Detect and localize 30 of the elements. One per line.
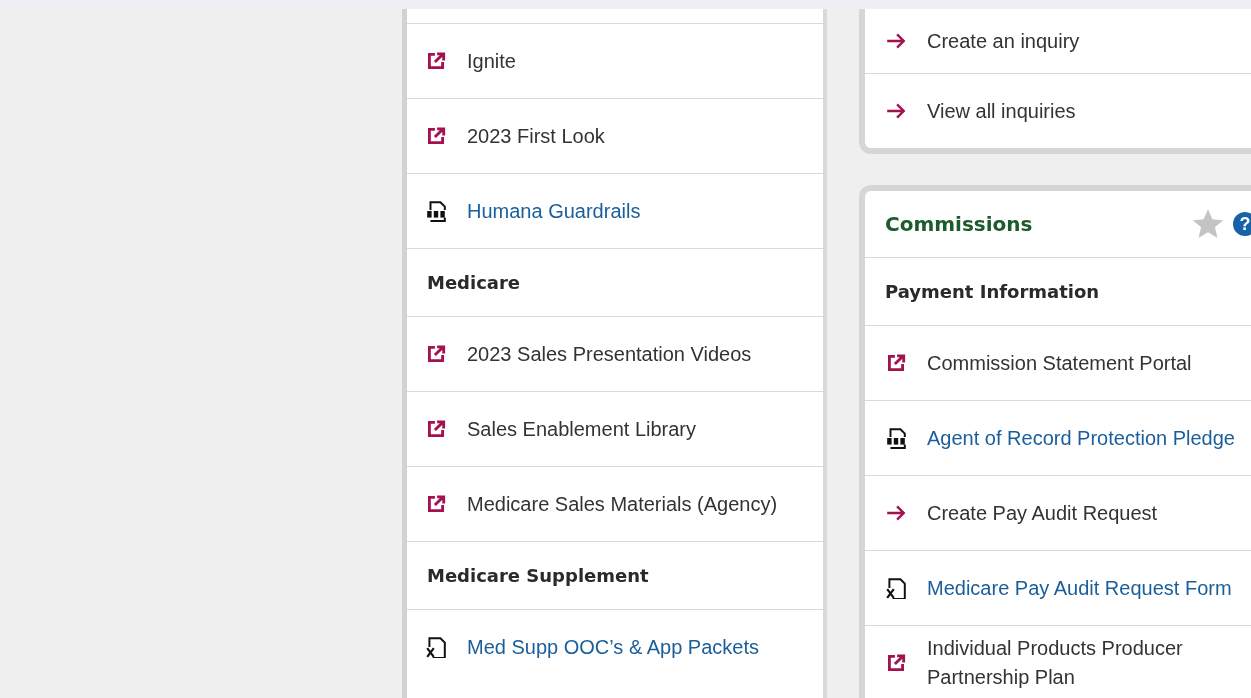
link[interactable]: Agent of Record Protection Pledge [927, 423, 1235, 453]
section-heading: Medicare Supplement [427, 565, 649, 586]
spreadsheet-file-icon [425, 636, 447, 658]
external-link-icon [425, 418, 447, 440]
external-link-icon [425, 343, 447, 365]
link[interactable]: Ignite [467, 46, 516, 76]
link[interactable]: 2023 First Look [467, 121, 605, 151]
link[interactable]: Medicare Pay Audit Request Form [927, 573, 1232, 603]
external-link-icon [425, 125, 447, 147]
link[interactable]: Medicare Sales Materials (Agency) [467, 489, 778, 519]
external-link-icon [885, 652, 907, 674]
link[interactable]: Sales Enablement Library [467, 414, 696, 444]
external-link-icon [425, 50, 447, 72]
section-heading: Payment Information [885, 281, 1100, 302]
link[interactable]: Create Pay Audit Request [927, 498, 1158, 528]
link[interactable]: Create an inquiry [927, 26, 1080, 56]
external-link-icon [885, 352, 907, 374]
link[interactable]: Individual Products Producer Partnership Plan [927, 634, 1251, 692]
help-icon[interactable]: ? [1233, 212, 1251, 236]
link[interactable]: 2023 Sales Presentation Videos [467, 339, 752, 369]
section-heading: Medicare [427, 272, 521, 293]
pdf-file-icon [885, 427, 907, 449]
link[interactable]: Commission Statement Portal [927, 348, 1192, 378]
link[interactable]: Humana Guardrails [467, 196, 641, 226]
link[interactable]: View all inquiries [927, 96, 1076, 126]
spreadsheet-file-icon [885, 577, 907, 599]
card-title: Commissions [885, 212, 1033, 236]
external-link-icon [425, 493, 447, 515]
link[interactable]: Med Supp OOC’s & App Packets [467, 632, 759, 662]
pdf-file-icon [425, 200, 447, 222]
